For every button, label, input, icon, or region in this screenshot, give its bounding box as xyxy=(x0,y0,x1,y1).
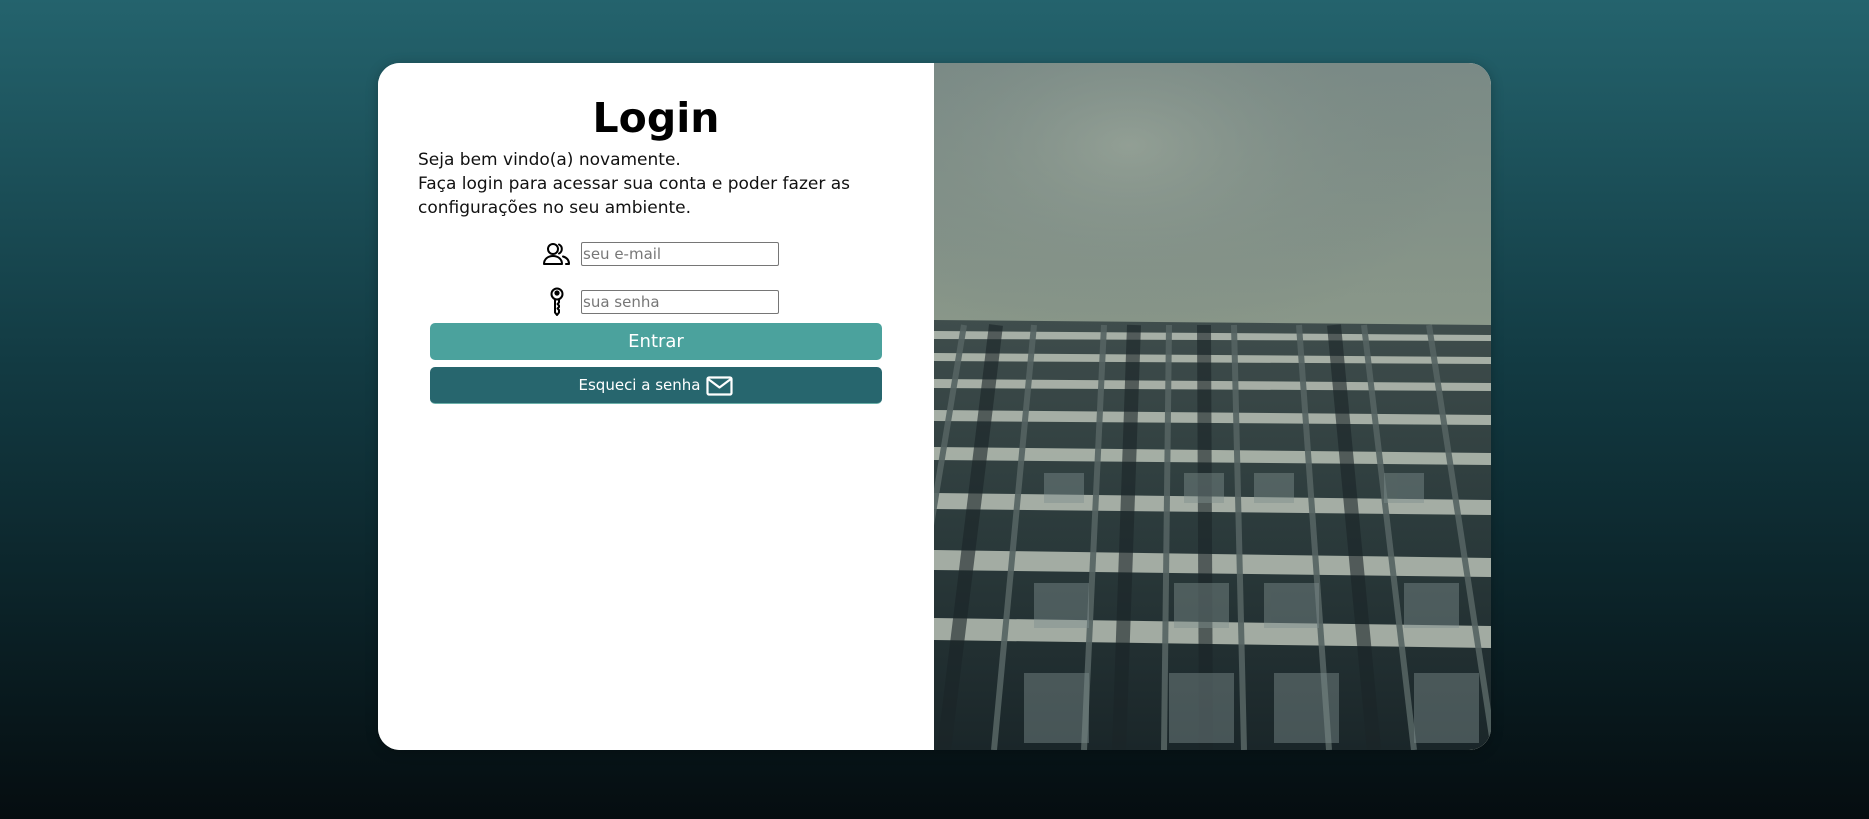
key-icon xyxy=(539,287,575,317)
instructions-text: Faça login para acessar sua conta e pode… xyxy=(418,174,850,218)
login-button-label: Entrar xyxy=(628,331,684,352)
intro-text: Seja bem vindo(a) novamente. Faça login … xyxy=(418,148,888,220)
building-image xyxy=(934,63,1491,750)
users-icon xyxy=(539,239,575,269)
welcome-text: Seja bem vindo(a) novamente. xyxy=(418,150,681,170)
email-field[interactable] xyxy=(581,242,779,266)
login-panel: Login Seja bem vindo(a) novamente. Faça … xyxy=(378,63,934,750)
page-title: Login xyxy=(592,94,720,142)
forgot-password-label: Esqueci a senha xyxy=(578,376,701,394)
password-field[interactable] xyxy=(581,290,779,314)
login-card: Login Seja bem vindo(a) novamente. Faça … xyxy=(378,63,1491,750)
email-row xyxy=(539,239,779,269)
mail-icon xyxy=(706,376,734,396)
forgot-password-button[interactable]: Esqueci a senha xyxy=(430,367,882,404)
password-row xyxy=(539,287,779,317)
login-button[interactable]: Entrar xyxy=(430,323,882,360)
